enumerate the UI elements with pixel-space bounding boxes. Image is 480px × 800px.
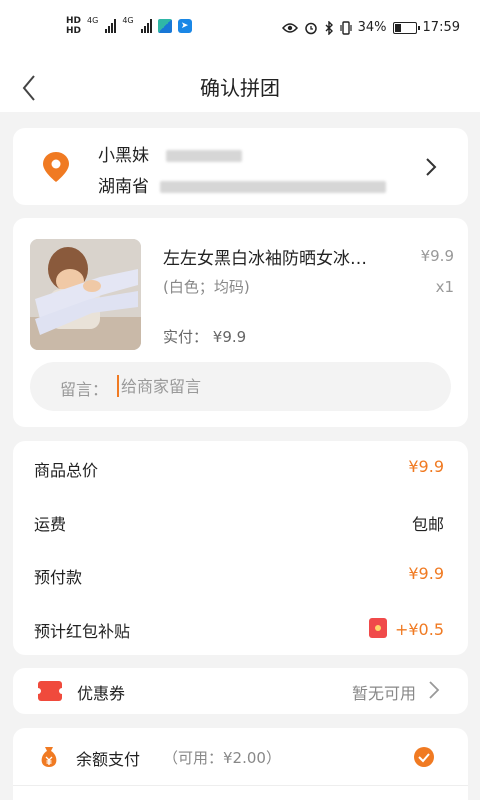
product-quantity: x1 — [435, 278, 454, 296]
coupon-value: 暂无可用 — [351, 684, 416, 703]
remark-input[interactable] — [121, 370, 421, 402]
balance-label: 余额支付 — [76, 750, 141, 769]
status-bar-right: 34% 17:59 — [281, 20, 460, 35]
recipient-name-row: 小黑妹 — [98, 141, 243, 166]
notification-app-icon-2: ➤ — [177, 19, 192, 33]
text-cursor — [117, 375, 119, 397]
province: 湖南省 — [98, 177, 149, 197]
summary-label: 预计红包补贴 — [34, 622, 131, 641]
chevron-right-icon — [429, 681, 440, 699]
summary-row-shipping: 运费 包邮 — [34, 511, 444, 535]
summary-row-total: 商品总价 ¥9.9 — [34, 457, 444, 481]
summary-row-prepay: 预付款 ¥9.9 — [34, 564, 444, 588]
summary-value: +¥0.5 — [394, 620, 444, 639]
signal-icon — [105, 19, 117, 33]
summary-value-wrap: +¥0.5 — [368, 618, 444, 639]
battery-icon — [392, 21, 420, 34]
vibrate-icon — [340, 20, 352, 35]
location-pin-icon — [43, 152, 69, 182]
summary-value: ¥9.9 — [408, 564, 444, 583]
summary-label: 预付款 — [34, 568, 83, 587]
bluetooth-icon — [325, 20, 333, 35]
price-summary-card: 商品总价 ¥9.9 运费 包邮 预付款 ¥9.9 预计红包补贴 +¥0.5 — [13, 441, 468, 655]
hd-indicator: HD HD — [66, 16, 81, 36]
hd-top-label: HD — [66, 16, 82, 26]
battery-percent: 34% — [357, 20, 387, 35]
net2-label: 4G — [122, 16, 134, 25]
hd-bottom-label: HD — [66, 26, 82, 36]
product-image — [30, 239, 141, 350]
product-thumbnail[interactable] — [30, 239, 141, 350]
summary-label: 商品总价 — [34, 461, 99, 480]
page-title: 确认拼团 — [200, 76, 280, 100]
actual-payment-label: 实付： — [163, 328, 209, 346]
battery-fill — [394, 23, 401, 32]
balance-available: （可用：¥2.00） — [163, 749, 281, 767]
actual-payment: 实付： ¥9.9 — [163, 326, 246, 347]
summary-value: 包邮 — [411, 515, 444, 534]
product-spec: (白色；均码) — [163, 278, 250, 296]
summary-value: ¥9.9 — [408, 457, 444, 476]
status-bar-left: HD HD 4G 4G ➤ — [66, 16, 192, 36]
remark-field[interactable]: 留言： — [30, 362, 451, 411]
notification-app-icon — [157, 19, 172, 33]
checkmark-icon — [418, 753, 430, 763]
status-bar: HD HD 4G 4G ➤ 34% 17:59 — [0, 0, 480, 60]
actual-payment-value: ¥9.9 — [212, 328, 247, 346]
summary-row-redpacket: 预计红包补贴 +¥0.5 — [34, 618, 444, 642]
recipient-name: 小黑妹 — [98, 146, 149, 166]
eye-icon — [281, 22, 298, 33]
product-card: 左左女黑白冰袖防晒女冰… ¥9.9 (白色；均码) x1 实付： ¥9.9 留言… — [13, 218, 468, 427]
summary-label: 运费 — [34, 515, 67, 534]
balance-payment-card: 余额支付 （可用：¥2.00） — [13, 728, 468, 800]
phone-redacted — [166, 150, 243, 162]
divider — [13, 785, 468, 786]
coupon-label: 优惠券 — [77, 684, 126, 703]
net1-label: 4G — [87, 16, 99, 25]
balance-checkbox[interactable] — [414, 747, 434, 767]
coupon-row[interactable]: 优惠券 暂无可用 — [13, 668, 468, 714]
red-packet-icon — [368, 618, 387, 638]
address-redacted — [160, 181, 387, 193]
address-card[interactable]: 小黑妹 湖南省 — [13, 128, 468, 205]
chevron-right-icon — [426, 158, 437, 176]
alarm-icon — [304, 22, 317, 34]
address-line: 湖南省 — [98, 172, 387, 197]
clock: 17:59 — [422, 20, 460, 35]
remark-label: 留言： — [60, 380, 109, 399]
product-price: ¥9.9 — [420, 247, 454, 265]
signal-icon-2 — [140, 19, 152, 33]
money-bag-icon — [41, 747, 57, 767]
nav-bar: 确认拼团 — [0, 60, 480, 112]
coupon-ticket-icon — [35, 681, 65, 701]
product-title[interactable]: 左左女黑白冰袖防晒女冰… — [163, 244, 393, 269]
